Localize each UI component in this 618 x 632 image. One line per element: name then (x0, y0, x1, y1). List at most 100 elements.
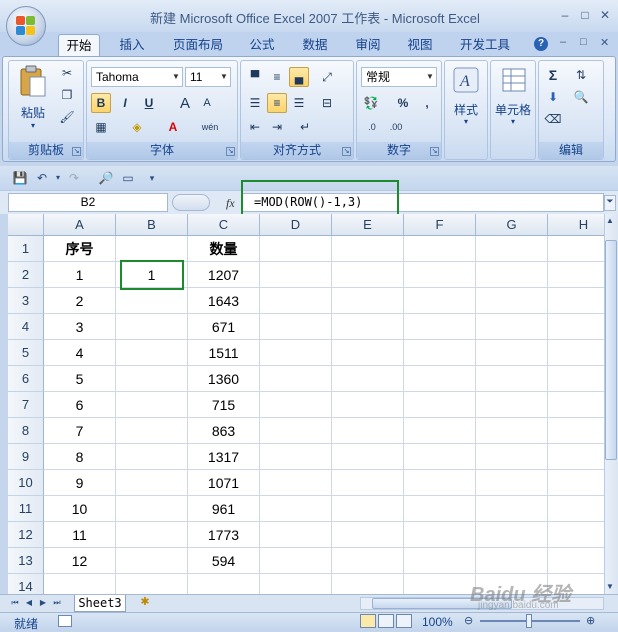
table-cell[interactable] (548, 314, 604, 340)
insert-sheet-icon[interactable]: ✱ (134, 595, 156, 611)
table-cell[interactable] (260, 574, 332, 594)
table-cell[interactable] (260, 392, 332, 418)
underline-button[interactable]: U (139, 93, 159, 113)
table-cell[interactable] (116, 392, 188, 418)
tab-review[interactable]: 审阅 (348, 34, 388, 56)
table-cell[interactable]: 1071 (188, 470, 260, 496)
bold-button[interactable]: B (91, 93, 111, 113)
table-cell[interactable]: 7 (44, 418, 116, 444)
expand-formula-icon[interactable]: ⏷ (604, 195, 616, 211)
table-cell[interactable] (332, 574, 404, 594)
table-cell[interactable]: 961 (188, 496, 260, 522)
table-cell[interactable] (116, 548, 188, 574)
table-cell[interactable]: 1 (44, 262, 116, 288)
sort-filter-icon[interactable]: ⇅ (571, 65, 591, 85)
table-cell[interactable] (260, 340, 332, 366)
table-cell[interactable]: 1317 (188, 444, 260, 470)
header-cell[interactable]: 序号 (44, 236, 116, 262)
table-cell[interactable] (476, 366, 548, 392)
decrease-decimal-icon[interactable]: .00 (385, 117, 407, 137)
chevron-down-icon[interactable]: ▾ (50, 170, 66, 186)
row-header[interactable]: 2 (8, 262, 44, 288)
styles-button[interactable]: A (451, 67, 481, 96)
comma-button[interactable]: , (417, 93, 437, 113)
table-cell[interactable] (476, 444, 548, 470)
new-document-icon[interactable]: ▭ (120, 170, 136, 186)
table-cell[interactable] (260, 262, 332, 288)
table-cell[interactable]: 8 (44, 444, 116, 470)
table-cell[interactable] (332, 340, 404, 366)
table-cell[interactable] (332, 262, 404, 288)
table-cell[interactable] (404, 574, 476, 594)
table-cell[interactable]: 12 (44, 548, 116, 574)
decrease-indent-icon[interactable]: ⇤ (245, 117, 265, 137)
table-cell[interactable]: 10 (44, 496, 116, 522)
fill-color-icon[interactable]: ◈ (127, 117, 147, 137)
table-cell[interactable] (332, 366, 404, 392)
table-cell[interactable] (548, 288, 604, 314)
table-cell[interactable] (548, 496, 604, 522)
next-sheet-icon[interactable]: ▶ (38, 597, 48, 609)
table-cell[interactable] (116, 496, 188, 522)
table-cell[interactable]: 4 (44, 340, 116, 366)
table-cell[interactable] (332, 314, 404, 340)
table-cell[interactable] (332, 444, 404, 470)
table-cell[interactable] (404, 496, 476, 522)
align-center-icon[interactable]: ≡ (267, 93, 287, 113)
column-header-e[interactable]: E (332, 214, 404, 236)
table-cell[interactable] (260, 418, 332, 444)
row-header[interactable]: 9 (8, 444, 44, 470)
table-cell[interactable]: 1207 (188, 262, 260, 288)
page-break-view-icon[interactable] (396, 614, 412, 628)
table-cell[interactable] (476, 288, 548, 314)
table-cell[interactable] (476, 522, 548, 548)
last-sheet-icon[interactable]: ⏭ (52, 597, 62, 609)
table-cell[interactable] (332, 496, 404, 522)
help-icon[interactable]: ? (534, 37, 548, 51)
tab-insert[interactable]: 插入 (112, 34, 152, 56)
table-cell[interactable]: 1360 (188, 366, 260, 392)
zoom-slider-thumb[interactable] (526, 614, 532, 628)
table-cell[interactable] (404, 522, 476, 548)
ribbon-minimize-icon[interactable]: – (560, 36, 566, 48)
column-header-h[interactable]: H (548, 214, 604, 236)
table-cell[interactable] (548, 392, 604, 418)
row-header[interactable]: 13 (8, 548, 44, 574)
table-cell[interactable]: 1643 (188, 288, 260, 314)
format-painter-icon[interactable]: 🖌 (57, 107, 77, 127)
row-header[interactable]: 7 (8, 392, 44, 418)
header-cell[interactable] (404, 236, 476, 262)
tab-view[interactable]: 视图 (400, 34, 440, 56)
table-cell[interactable] (332, 418, 404, 444)
column-header-c[interactable]: C (188, 214, 260, 236)
header-cell[interactable] (476, 236, 548, 262)
macro-record-icon[interactable] (58, 615, 72, 627)
tab-page-layout[interactable]: 页面布局 (166, 34, 230, 56)
row-header[interactable]: 3 (8, 288, 44, 314)
shrink-font-button[interactable]: A (197, 93, 217, 113)
tab-data[interactable]: 数据 (294, 34, 336, 56)
table-cell[interactable] (116, 522, 188, 548)
merge-center-icon[interactable]: ⊟ (317, 93, 337, 113)
header-cell[interactable] (260, 236, 332, 262)
table-cell[interactable] (332, 470, 404, 496)
table-cell[interactable] (404, 418, 476, 444)
table-cell[interactable] (476, 340, 548, 366)
scroll-down-icon[interactable]: ▼ (606, 582, 614, 591)
table-cell[interactable] (44, 574, 116, 594)
table-cell[interactable] (260, 444, 332, 470)
row-header[interactable]: 14 (8, 574, 44, 594)
table-cell[interactable]: 1773 (188, 522, 260, 548)
table-cell[interactable]: 1511 (188, 340, 260, 366)
currency-icon[interactable]: 💱 (361, 93, 381, 113)
row-header[interactable]: 8 (8, 418, 44, 444)
table-cell[interactable] (548, 366, 604, 392)
scroll-up-icon[interactable]: ▲ (606, 216, 614, 225)
tab-formulas[interactable]: 公式 (242, 34, 282, 56)
restore-button[interactable]: □ (576, 8, 594, 22)
italic-button[interactable]: I (115, 93, 135, 113)
table-cell[interactable]: 594 (188, 548, 260, 574)
table-cell[interactable] (548, 548, 604, 574)
row-header[interactable]: 4 (8, 314, 44, 340)
align-bottom-icon[interactable]: ▄ (289, 67, 309, 87)
